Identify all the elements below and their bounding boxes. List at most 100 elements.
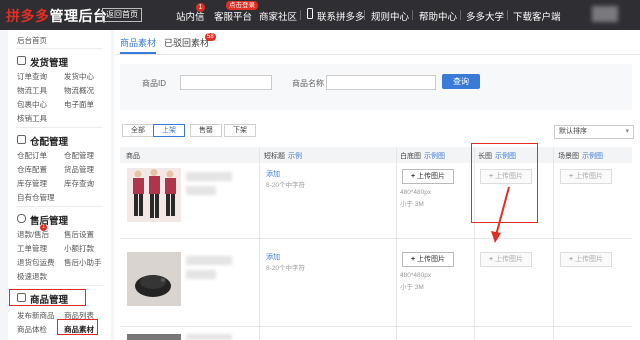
col-white-image: 白底图 示例图 (400, 153, 445, 160)
product-thumbnail[interactable] (127, 168, 181, 222)
status-tab-offshelf[interactable]: 下架 (224, 124, 256, 137)
chevron-down-icon: ▾ (625, 128, 629, 135)
sidebar-divider (16, 127, 103, 128)
product-thumbnail[interactable] (127, 334, 181, 340)
phone-icon (307, 8, 313, 19)
sidebar-item[interactable]: 电子面单 (64, 99, 94, 110)
sidebar-item[interactable]: 退货包运费 (17, 257, 55, 268)
col-scene-image: 场景图 示例图 (558, 153, 603, 160)
nav-divider (460, 10, 461, 20)
aftersale-badge: 1 (40, 224, 47, 231)
product-name-blurred (186, 334, 232, 340)
sidebar-section-shipping[interactable]: 发货管理 (30, 55, 68, 69)
image-limit-hint: 小于 3M (400, 201, 424, 208)
logo-suffix: 管理后台 (49, 8, 108, 24)
row-divider (120, 238, 632, 239)
example-link[interactable]: 示例图 (424, 153, 445, 160)
sidebar-item[interactable]: 物流工具 (17, 85, 47, 96)
nav-community[interactable]: 商家社区 (259, 9, 297, 23)
sort-value: 默认排序 (559, 128, 587, 135)
example-link[interactable]: 示例图 (582, 153, 603, 160)
sidebar-item-material[interactable]: 商品素材 (64, 324, 94, 335)
nav-download[interactable]: 下载客户端 (513, 9, 561, 23)
logo[interactable]: 拼多多管理后台 (6, 6, 108, 26)
logo-brand: 拼多多 (6, 8, 50, 24)
sidebar-item[interactable]: 仓配订单 (17, 150, 47, 161)
sidebar-item[interactable]: 售后小助手 (64, 257, 102, 268)
sidebar-item[interactable]: 极速退款 (17, 271, 47, 282)
nav-customer-service[interactable]: 客服平台 (214, 9, 252, 23)
nav-divider (364, 10, 365, 20)
upload-long-image-button[interactable]: + 上传图片 (480, 169, 532, 184)
example-link[interactable]: 示例 (288, 153, 302, 160)
sidebar-item[interactable]: 物流概况 (64, 85, 94, 96)
sidebar-item[interactable]: 自有仓管理 (17, 192, 55, 203)
sidebar-divider (16, 206, 103, 207)
pointer-arrow (491, 186, 510, 243)
sidebar-divider (16, 285, 103, 286)
row-divider (120, 326, 632, 327)
sort-select[interactable]: 默认排序 ▾ (554, 125, 634, 139)
status-tab-onsale[interactable]: 上架 (153, 124, 185, 137)
upload-scene-image-button[interactable]: + 上传图片 (560, 169, 612, 184)
nav-rules[interactable]: 规则中心 (371, 9, 409, 23)
sidebar-item[interactable]: 售后设置 (64, 229, 94, 240)
goods-id-input[interactable] (180, 75, 272, 90)
sidebar-item[interactable]: 订单查询 (17, 71, 47, 82)
product-name-blurred (186, 270, 216, 279)
sidebar-item[interactable]: 包裹中心 (17, 99, 47, 110)
tab-material[interactable]: 商品素材 (120, 36, 156, 49)
avatar[interactable] (592, 6, 618, 22)
sidebar-item[interactable]: 库存管理 (17, 178, 47, 189)
sidebar-item[interactable]: 仓库配置 (17, 164, 47, 175)
return-home-button[interactable]: 返回首页 (102, 8, 142, 22)
sidebar-section-aftersale[interactable]: 售后管理 (30, 213, 68, 227)
col-short-title: 短标题 示例 (264, 153, 302, 160)
login-badge[interactable]: 点击登录 (226, 1, 258, 10)
upload-long-image-button[interactable]: + 上传图片 (480, 252, 532, 267)
sidebar-item[interactable]: 货品管理 (64, 164, 94, 175)
status-tab-all[interactable]: 全部 (122, 124, 154, 137)
product-name-blurred (186, 256, 232, 265)
top-bar: 拼多多管理后台 返回首页 站内信 1 客服平台 点击登录 商家社区 联系拼多多 … (0, 0, 640, 30)
goods-icon (17, 293, 26, 302)
sidebar-item[interactable]: 仓配管理 (64, 150, 94, 161)
sidebar-item[interactable]: 商品体检 (17, 324, 47, 335)
warehouse-icon (17, 135, 26, 144)
add-short-title-link[interactable]: 添加 (266, 252, 280, 262)
nav-divider (507, 10, 508, 20)
upload-white-image-button[interactable]: + 上传图片 (402, 252, 454, 267)
goods-id-label: 商品ID (142, 79, 166, 88)
nav-help[interactable]: 帮助中心 (419, 9, 457, 23)
upload-scene-image-button[interactable]: + 上传图片 (560, 252, 612, 267)
sidebar-section-goods[interactable]: 商品管理 (30, 292, 68, 306)
product-thumbnail[interactable] (127, 252, 181, 306)
sidebar-divider (16, 48, 103, 49)
inbox-badge: 1 (196, 3, 205, 12)
sidebar-item[interactable]: 发货中心 (64, 71, 94, 82)
nav-university[interactable]: 多多大学 (466, 9, 504, 23)
sidebar-item[interactable]: 库存查询 (64, 178, 94, 189)
goods-name-input[interactable] (326, 75, 436, 90)
goods-name-label: 商品名称 (292, 79, 324, 88)
image-size-hint: 480*480px (400, 272, 432, 279)
sidebar-item[interactable]: 小额打款 (64, 243, 94, 254)
sidebar-section-warehouse[interactable]: 仓配管理 (30, 134, 68, 148)
column-divider (553, 147, 554, 340)
main-panel: 商品素材 已驳回素材 58 商品ID 商品名称 查询 全部 上架 售罄 下架 默… (114, 30, 640, 340)
add-short-title-link[interactable]: 添加 (266, 169, 280, 179)
sidebar-item-home[interactable]: 后台首页 (17, 35, 47, 46)
tab-rejected[interactable]: 已驳回素材 (164, 36, 209, 49)
nav-contact[interactable]: 联系拼多多 (317, 9, 365, 23)
query-button[interactable]: 查询 (442, 74, 480, 89)
column-divider (259, 147, 260, 340)
image-size-hint: 480*480px (400, 189, 432, 196)
upload-white-image-button[interactable]: + 上传图片 (402, 169, 454, 184)
sidebar-item[interactable]: 工单管理 (17, 243, 47, 254)
sidebar-item[interactable]: 发布新商品 (17, 310, 55, 321)
status-tab-soldout[interactable]: 售罄 (190, 124, 222, 137)
sidebar-item[interactable]: 核销工具 (17, 113, 47, 124)
col-goods: 商品 (126, 153, 140, 160)
nav-divider (300, 10, 301, 20)
product-name-blurred (186, 186, 216, 195)
